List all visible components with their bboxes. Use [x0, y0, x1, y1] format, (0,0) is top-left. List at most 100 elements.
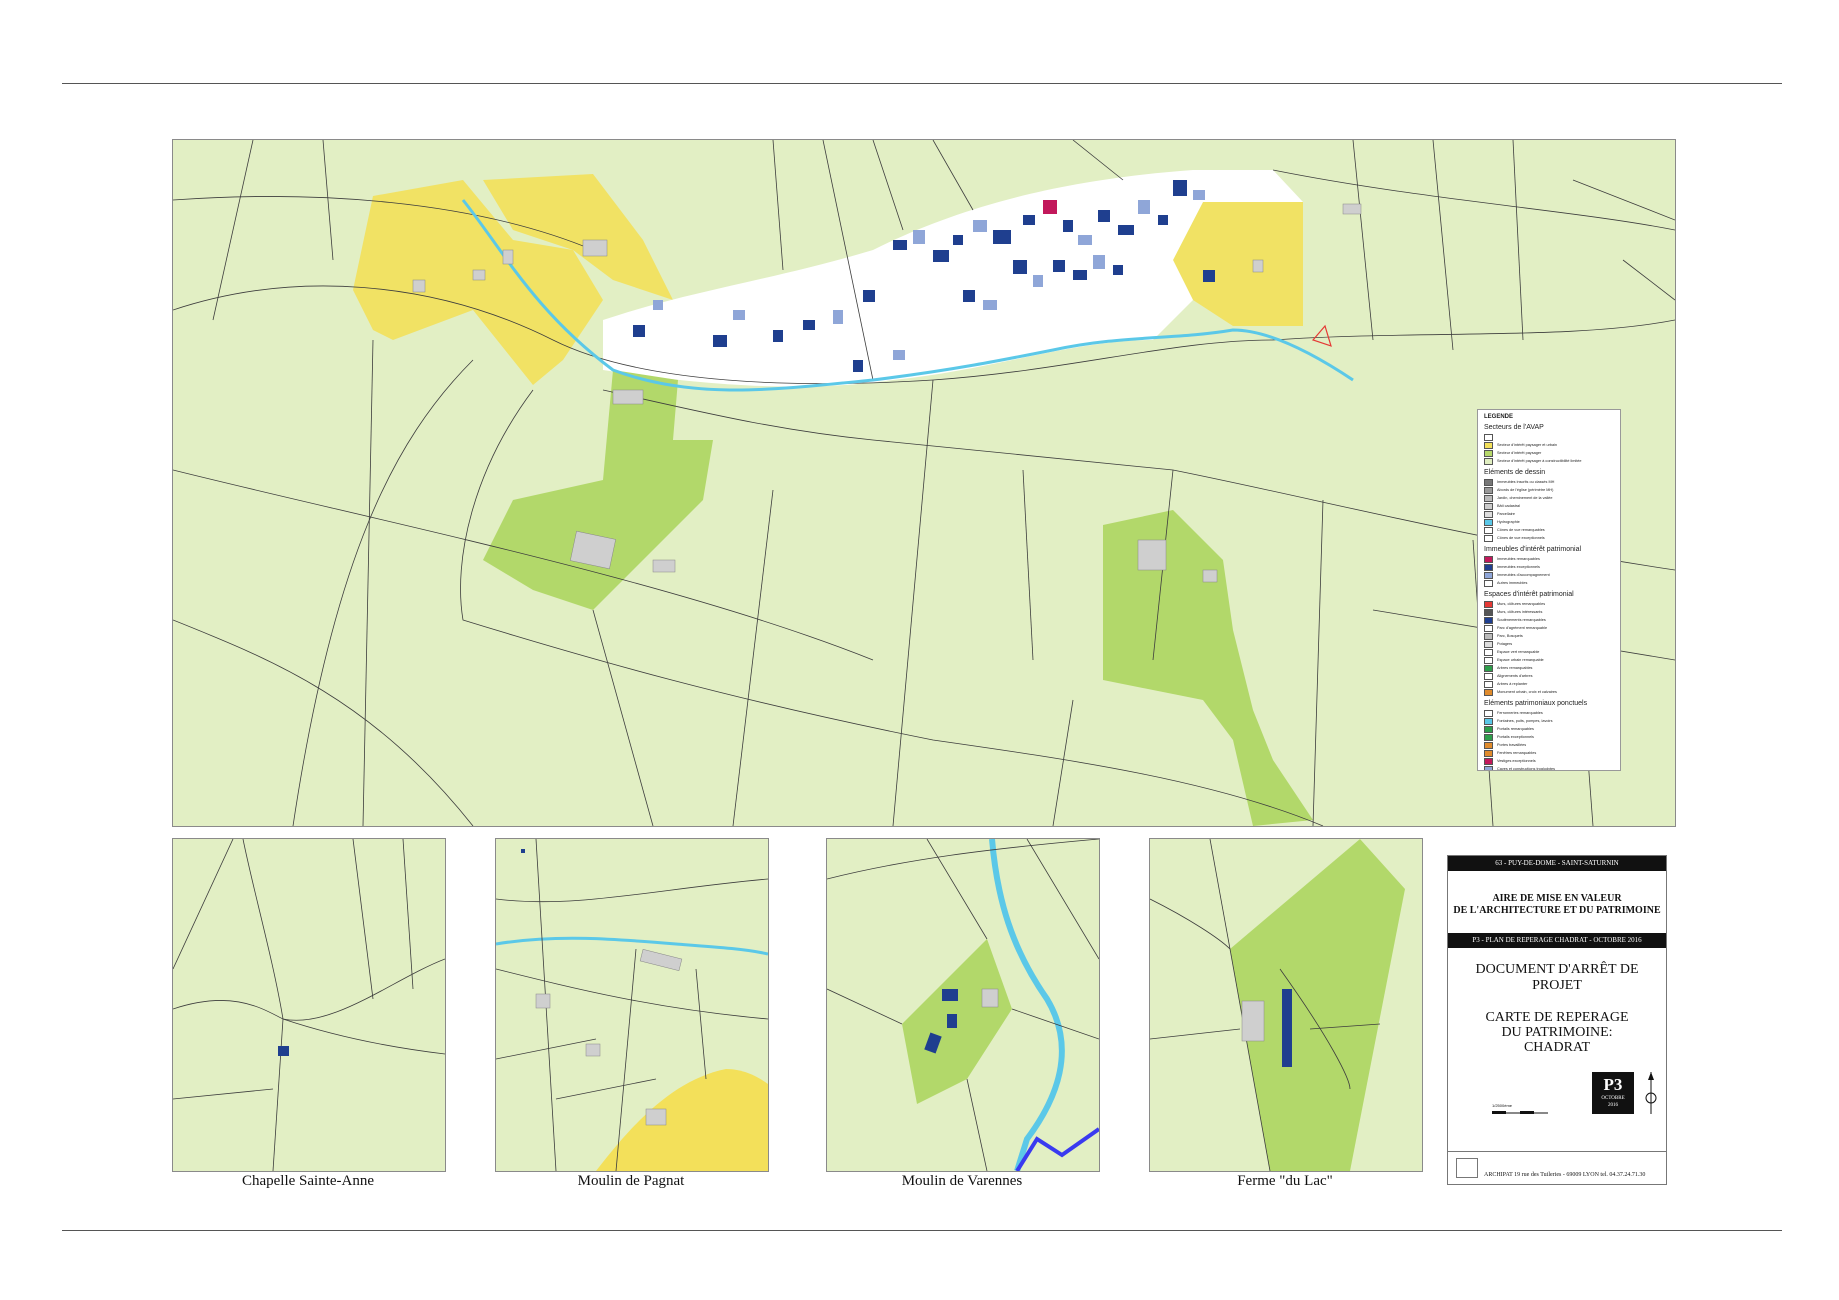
caption-moulin-varennes: Moulin de Varennes: [901, 1173, 1023, 1189]
legend-row-label: Portes travaillées: [1497, 743, 1527, 747]
legend-row-label: Parc d'agrément remarquable: [1497, 626, 1548, 630]
main-map[interactable]: [172, 139, 1676, 827]
legend-row: Immeubles inscrits ou classés MH: [1484, 478, 1614, 486]
legend-row-label: Cônes de vue exceptionnels: [1497, 536, 1545, 540]
legend-row: Parc d'agrément remarquable: [1484, 624, 1614, 632]
legend-row: Alignements d'arbres: [1484, 672, 1614, 680]
legend-row-label: Soutènements remarquables: [1497, 618, 1546, 622]
legend-swatch: [1484, 478, 1493, 486]
legend-swatch: [1484, 664, 1493, 672]
legend-swatch: [1484, 749, 1493, 757]
legend-row: Hydrographie: [1484, 518, 1614, 526]
legend-row: Secteur d'intérêt paysager et urbain: [1484, 441, 1614, 449]
legend-row-label: Vestiges exceptionnels: [1497, 759, 1536, 763]
legend-row: Monument urbain, croix et calvaires: [1484, 688, 1614, 696]
legend-row-label: Arbres à replanter: [1497, 682, 1528, 686]
logo-placeholder: [1456, 1158, 1478, 1178]
legend-row-label: Secteur d'intérêt paysager et urbain: [1497, 443, 1558, 447]
legend-swatch: [1484, 600, 1493, 608]
legend-swatch: [1484, 555, 1493, 563]
title-band-location: 63 - PUY-DE-DOME - SAINT-SATURNIN: [1448, 856, 1666, 871]
legend-swatch: [1484, 457, 1493, 465]
inset-building: [278, 1046, 289, 1056]
legend-row: Vestiges exceptionnels: [1484, 757, 1614, 765]
legend-row: Soutènements remarquables: [1484, 616, 1614, 624]
legend-section-heading: Eléments patrimoniaux ponctuels: [1484, 700, 1588, 707]
legend-row-label: Bâti cadastral: [1497, 504, 1521, 508]
title-band-plan: P3 - PLAN DE REPERAGE CHADRAT - OCTOBRE …: [1448, 933, 1666, 948]
legend-swatch: [1484, 688, 1493, 696]
legend-row: Portails remarquables: [1484, 725, 1614, 733]
legend-swatch: [1484, 733, 1493, 741]
legend-row: Arbres remarquables: [1484, 664, 1614, 672]
north-arrow-icon: [1645, 1072, 1657, 1114]
legend-row: Secteur d'intérêt paysager à constructib…: [1484, 457, 1614, 465]
legend-row: Murs, clôtures remarquables: [1484, 600, 1614, 608]
legend-row: Murs, clôtures intéressants: [1484, 608, 1614, 616]
legend-row-label: Potagers: [1497, 642, 1513, 646]
plate-year: 2016: [1608, 1103, 1618, 1108]
legend-row: Bâti cadastral: [1484, 502, 1614, 510]
legend-row-label: Caves et constructions troglodytes: [1497, 767, 1556, 771]
legend-row: Autres immeubles: [1484, 579, 1614, 587]
legend-sections: Secteurs de l'AVAP Secteur d'intérêt pays…: [1484, 424, 1614, 771]
legend-row: Parcellaire: [1484, 510, 1614, 518]
legend-swatch: [1484, 648, 1493, 656]
legend-row: Immeubles d'accompagnement: [1484, 571, 1614, 579]
legend-swatch: [1484, 741, 1493, 749]
legend-row-label: Autres immeubles: [1497, 581, 1528, 585]
inset-moulin-de-varennes[interactable]: [826, 838, 1100, 1172]
legend-row-label: Murs, clôtures intéressants: [1497, 610, 1543, 614]
legend-row-label: Immeubles remarquables: [1497, 557, 1540, 561]
legend-swatch: [1484, 656, 1493, 664]
legend-row: Abords de l'église (périmètre MH): [1484, 486, 1614, 494]
legend-swatch: [1484, 616, 1493, 624]
legend-row: Cônes de vue exceptionnels: [1484, 534, 1614, 542]
legend-swatch: [1484, 757, 1493, 765]
legend-row: Ferronneries remarquables: [1484, 709, 1614, 717]
legend-row-label: Espace urbain remarquable: [1497, 658, 1544, 662]
legend-row: Cônes de vue remarquables: [1484, 526, 1614, 534]
legend-swatch: [1484, 563, 1493, 571]
inset-ferme-du-lac[interactable]: [1149, 838, 1423, 1172]
legend-row: Immeubles exceptionnels: [1484, 563, 1614, 571]
main-map-canvas: [173, 140, 1675, 826]
legend-row-label: Immeubles exceptionnels: [1497, 565, 1540, 569]
inset-building-long: [1282, 989, 1292, 1067]
legend-row-label: Parcellaire: [1497, 512, 1515, 516]
plate-month: OCTOBRE: [1601, 1096, 1625, 1101]
legend-swatch: [1484, 632, 1493, 640]
legend-row-label: Abords de l'église (périmètre MH): [1497, 488, 1554, 492]
inset-chapelle-sainte-anne[interactable]: [172, 838, 446, 1172]
plate-number-badge: P3 OCTOBRE 2016: [1592, 1072, 1634, 1114]
inset-moulin-de-pagnat[interactable]: [495, 838, 769, 1172]
legend-swatch: [1484, 510, 1493, 518]
caption-ferme-du-lac: Ferme "du Lac": [1237, 1173, 1333, 1189]
legend-section-heading: Eléments de dessin: [1484, 469, 1546, 476]
plate-number: P3: [1603, 1075, 1623, 1094]
legend-row: Portails exceptionnels: [1484, 733, 1614, 741]
legend-row: Jardin, cheminement de la vallée: [1484, 494, 1614, 502]
title-heading: AIRE DE MISE EN VALEUR DE L'ARCHITECTURE…: [1448, 871, 1666, 933]
legend-swatch: [1484, 765, 1493, 770]
title-map-line2: DU PATRIMOINE:: [1501, 1025, 1613, 1040]
legend-section-heading: Secteurs de l'AVAP: [1484, 424, 1544, 431]
legend-swatch: [1484, 441, 1493, 449]
legend-row-label: Fontaines, puits, pompes, lavoirs: [1497, 719, 1553, 723]
legend-swatch: [1484, 608, 1493, 616]
legend-row: Fenêtres remarquables: [1484, 749, 1614, 757]
legend-swatch: [1484, 534, 1493, 542]
legend-row: Parc, Bosquets: [1484, 632, 1614, 640]
legend-row-label: Arbres remarquables: [1497, 666, 1533, 670]
legend-row-label: Monument urbain, croix et calvaires: [1497, 690, 1557, 694]
legend-swatch: [1484, 680, 1493, 688]
title-map-line1: CARTE DE REPERAGE: [1485, 1010, 1629, 1025]
title-document-status: DOCUMENT D'ARRÊT DE PROJET: [1475, 962, 1639, 993]
legend-row-label: Portails remarquables: [1497, 727, 1534, 731]
legend-swatch: [1484, 518, 1493, 526]
legend-swatch: [1484, 449, 1493, 457]
title-map-name: CARTE DE REPERAGE DU PATRIMOINE: CHADRAT: [1448, 1002, 1666, 1063]
legend-row-label: Portails exceptionnels: [1497, 735, 1534, 739]
legend-swatch: [1484, 433, 1493, 441]
legend-swatch: [1484, 672, 1493, 680]
